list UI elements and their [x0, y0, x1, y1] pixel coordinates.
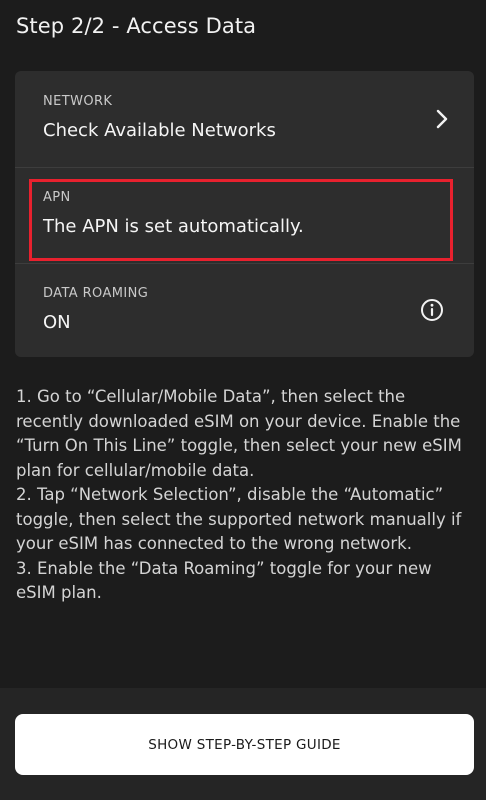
show-step-by-step-guide-button[interactable]: SHOW STEP-BY-STEP GUIDE	[15, 714, 474, 775]
page-title: Step 2/2 - Access Data	[16, 14, 257, 38]
chevron-right-icon	[436, 109, 448, 129]
data-roaming-label: DATA ROAMING	[43, 286, 149, 301]
network-value: Check Available Networks	[43, 120, 276, 141]
data-roaming-row: DATA ROAMING ON	[15, 263, 474, 357]
instruction-step-1: 1. Go to “Cellular/Mobile Data”, then se…	[16, 387, 462, 480]
info-icon[interactable]	[420, 298, 444, 322]
instruction-step-2: 2. Tap “Network Selection”, disable the …	[16, 485, 462, 553]
apn-highlight-box	[29, 179, 453, 261]
instructions-text: 1. Go to “Cellular/Mobile Data”, then se…	[16, 385, 474, 606]
data-roaming-value: ON	[43, 312, 71, 333]
instruction-step-3: 3. Enable the “Data Roaming” toggle for …	[16, 558, 432, 603]
network-label: NETWORK	[43, 94, 113, 109]
network-row[interactable]: NETWORK Check Available Networks	[15, 71, 474, 167]
